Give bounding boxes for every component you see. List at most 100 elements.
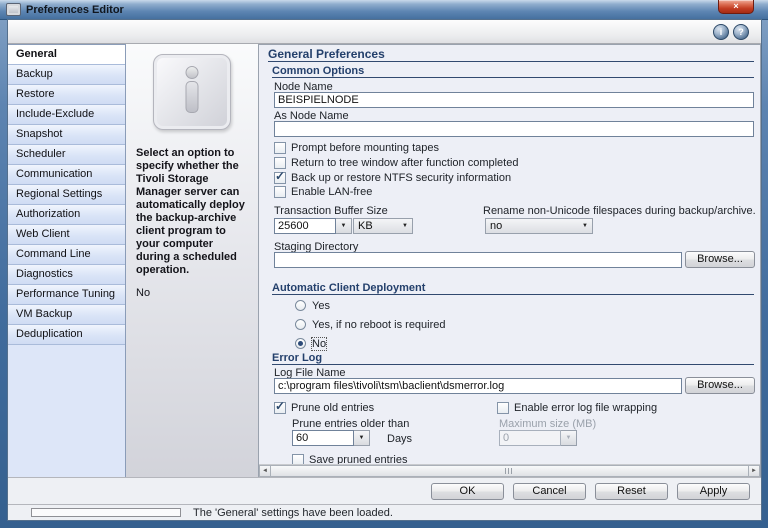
staging-browse-button[interactable]: Browse... bbox=[685, 251, 755, 268]
info-panel: Select an option to specify whether the … bbox=[126, 44, 259, 477]
section-error-log: Error Log bbox=[272, 352, 322, 364]
sidebar-item-vm-backup[interactable]: VM Backup bbox=[8, 305, 125, 325]
sidebar-item-communication[interactable]: Communication bbox=[8, 165, 125, 185]
checkbox-box[interactable] bbox=[274, 157, 286, 169]
checkbox-box[interactable] bbox=[274, 142, 286, 154]
info-glyph-stem bbox=[186, 81, 199, 113]
info-icon: i bbox=[720, 27, 723, 37]
max-size-combo: ▼ bbox=[499, 430, 577, 446]
scroll-left-icon: ◄ bbox=[262, 468, 268, 474]
node-name-input[interactable] bbox=[274, 92, 754, 108]
button-bar: OK Cancel Reset Apply bbox=[8, 477, 761, 504]
staging-directory-input[interactable] bbox=[274, 252, 682, 268]
chevron-down-icon: ▼ bbox=[402, 223, 408, 229]
sidebar-item-snapshot[interactable]: Snapshot bbox=[8, 125, 125, 145]
checkbox-enable-lan-free[interactable]: Enable LAN-free bbox=[274, 185, 372, 198]
buffer-unit-value: KB bbox=[358, 220, 373, 232]
rename-unicode-dropdown[interactable]: no ▼ bbox=[485, 218, 593, 234]
chevron-down-icon: ▼ bbox=[341, 223, 347, 229]
log-file-name-input[interactable] bbox=[274, 378, 682, 394]
radio-button[interactable] bbox=[295, 319, 306, 330]
checkbox-ntfs-security[interactable]: ✓ Back up or restore NTFS security infor… bbox=[274, 171, 511, 184]
transaction-buffer-input[interactable] bbox=[274, 218, 336, 234]
scrollbar-thumb[interactable] bbox=[271, 465, 748, 477]
apply-button[interactable]: Apply bbox=[677, 483, 750, 500]
prune-days-combo[interactable]: ▼ bbox=[292, 430, 370, 446]
sidebar-item-performance-tuning[interactable]: Performance Tuning bbox=[8, 285, 125, 305]
log-file-browse-button[interactable]: Browse... bbox=[685, 377, 755, 394]
error-log-rule bbox=[272, 364, 754, 365]
max-size-input bbox=[499, 430, 561, 446]
check-icon: ✓ bbox=[275, 399, 285, 413]
info-description: Select an option to specify whether the … bbox=[136, 147, 248, 277]
sidebar-item-diagnostics[interactable]: Diagnostics bbox=[8, 265, 125, 285]
checkbox-label: Back up or restore NTFS security informa… bbox=[291, 172, 511, 184]
prune-days-dropdown-button[interactable]: ▼ bbox=[354, 430, 370, 446]
radio-button[interactable] bbox=[295, 338, 306, 349]
checkbox-box[interactable]: ✓ bbox=[274, 172, 286, 184]
auto-deployment-rule bbox=[272, 294, 754, 295]
reset-button[interactable]: Reset bbox=[595, 483, 668, 500]
checkbox-label: Enable error log file wrapping bbox=[514, 402, 657, 414]
checkbox-box[interactable] bbox=[274, 186, 286, 198]
main-panel: General Preferences Common Options Node … bbox=[259, 44, 761, 477]
transaction-buffer-combo[interactable]: ▼ bbox=[274, 218, 352, 234]
max-size-dropdown-button: ▼ bbox=[561, 430, 577, 446]
as-node-name-input[interactable] bbox=[274, 121, 754, 137]
app-icon bbox=[6, 3, 21, 16]
prune-older-than-label: Prune entries older than bbox=[292, 418, 409, 430]
radio-label: Yes bbox=[312, 300, 330, 312]
radio-label: Yes, if no reboot is required bbox=[312, 319, 446, 331]
sidebar: General Backup Restore Include-Exclude S… bbox=[8, 44, 126, 477]
sidebar-item-regional-settings[interactable]: Regional Settings bbox=[8, 185, 125, 205]
sidebar-item-deduplication[interactable]: Deduplication bbox=[8, 325, 125, 345]
titlebar[interactable]: Preferences Editor × bbox=[0, 0, 768, 20]
rename-unicode-label: Rename non-Unicode filespaces during bac… bbox=[483, 205, 756, 217]
radio-deployment-yes-no-reboot[interactable]: Yes, if no reboot is required bbox=[295, 318, 446, 331]
check-icon: ✓ bbox=[275, 169, 285, 183]
checkbox-prune-old-entries[interactable]: ✓ Prune old entries bbox=[274, 401, 374, 414]
sidebar-item-include-exclude[interactable]: Include-Exclude bbox=[8, 105, 125, 125]
content-row: General Backup Restore Include-Exclude S… bbox=[8, 44, 761, 477]
buffer-unit-dropdown[interactable]: KB ▼ bbox=[353, 218, 413, 234]
days-label: Days bbox=[387, 433, 412, 445]
sidebar-item-restore[interactable]: Restore bbox=[8, 85, 125, 105]
sidebar-item-web-client[interactable]: Web Client bbox=[8, 225, 125, 245]
sidebar-item-general[interactable]: General bbox=[8, 45, 125, 65]
checkbox-error-log-wrapping[interactable]: Enable error log file wrapping bbox=[497, 401, 657, 414]
horizontal-scrollbar[interactable]: ◄ ► bbox=[259, 464, 760, 477]
checkbox-box[interactable]: ✓ bbox=[274, 402, 286, 414]
checkbox-label: Enable LAN-free bbox=[291, 186, 372, 198]
checkbox-label: Prune old entries bbox=[291, 402, 374, 414]
radio-button[interactable] bbox=[295, 300, 306, 311]
preferences-editor-window: Preferences Editor × i ? General Backup … bbox=[0, 0, 768, 528]
status-bar: The 'General' settings have been loaded. bbox=[8, 504, 761, 520]
cancel-button[interactable]: Cancel bbox=[513, 483, 586, 500]
sidebar-item-authorization[interactable]: Authorization bbox=[8, 205, 125, 225]
toolbar: i ? bbox=[8, 20, 761, 44]
window-title: Preferences Editor bbox=[26, 4, 124, 16]
checkbox-return-to-tree[interactable]: Return to tree window after function com… bbox=[274, 156, 518, 169]
info-button[interactable]: i bbox=[713, 24, 729, 40]
ok-button[interactable]: OK bbox=[431, 483, 504, 500]
sidebar-item-backup[interactable]: Backup bbox=[8, 65, 125, 85]
help-button[interactable]: ? bbox=[733, 24, 749, 40]
radio-deployment-no[interactable]: No bbox=[295, 337, 326, 350]
radio-deployment-yes[interactable]: Yes bbox=[295, 299, 330, 312]
checkbox-label: Prompt before mounting tapes bbox=[291, 142, 439, 154]
prune-days-input[interactable] bbox=[292, 430, 354, 446]
sidebar-item-scheduler[interactable]: Scheduler bbox=[8, 145, 125, 165]
section-auto-deployment: Automatic Client Deployment bbox=[272, 282, 425, 294]
status-message: The 'General' settings have been loaded. bbox=[193, 507, 393, 519]
chevron-down-icon: ▼ bbox=[359, 435, 365, 441]
info-tile-icon bbox=[153, 54, 231, 130]
close-button[interactable]: × bbox=[718, 0, 754, 14]
checkbox-label: Return to tree window after function com… bbox=[291, 157, 518, 169]
sidebar-item-command-line[interactable]: Command Line bbox=[8, 245, 125, 265]
transaction-buffer-label: Transaction Buffer Size bbox=[274, 205, 388, 217]
scroll-right-button[interactable]: ► bbox=[748, 465, 760, 477]
scroll-left-button[interactable]: ◄ bbox=[259, 465, 271, 477]
checkbox-box[interactable] bbox=[497, 402, 509, 414]
transaction-buffer-dropdown-button[interactable]: ▼ bbox=[336, 218, 352, 234]
checkbox-prompt-mounting-tapes[interactable]: Prompt before mounting tapes bbox=[274, 141, 439, 154]
